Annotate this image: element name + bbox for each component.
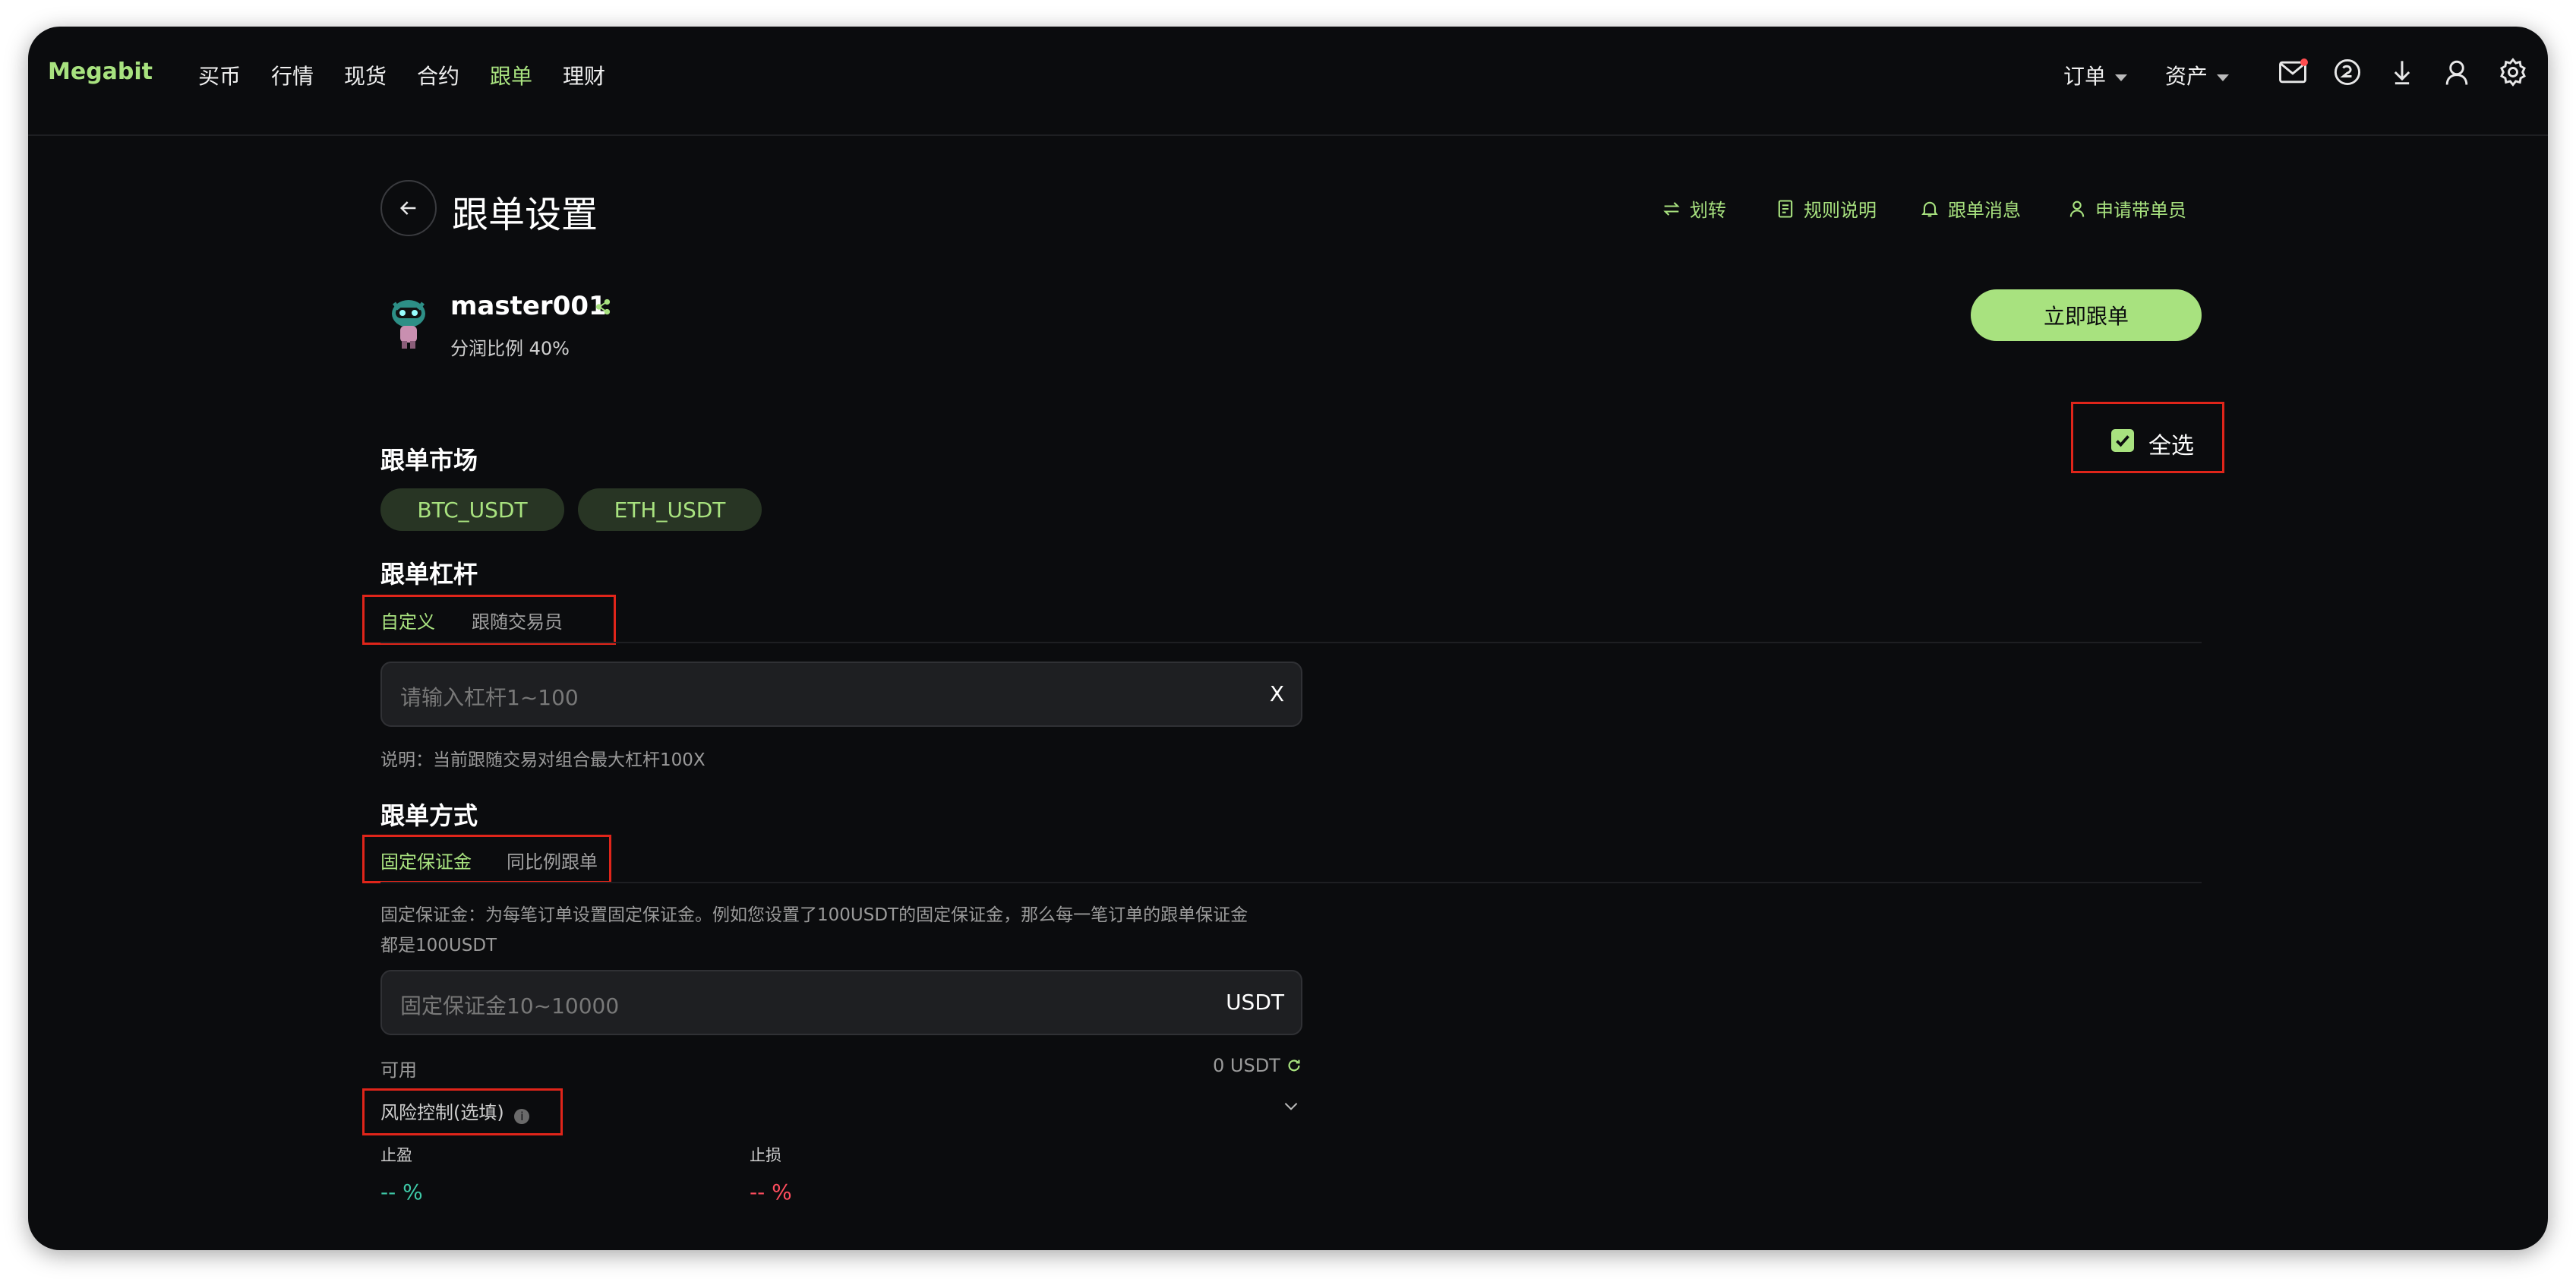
select-all-checkbox[interactable] <box>2111 429 2134 452</box>
trader-avatar <box>382 292 435 352</box>
tab-fixed-margin[interactable]: 固定保证金 <box>380 847 472 873</box>
refresh-icon[interactable] <box>1286 1057 1302 1074</box>
rules-label: 规则说明 <box>1804 200 1877 221</box>
page-title: 跟单设置 <box>452 194 598 236</box>
risk-control-toggle[interactable]: 风险控制(选填) i <box>380 1097 530 1124</box>
available-label: 可用 <box>380 1060 417 1081</box>
person-icon <box>2069 201 2085 217</box>
caret-down-icon <box>2217 74 2230 81</box>
market-heading: 跟单市场 <box>380 446 478 475</box>
settings-icon[interactable] <box>2496 55 2530 89</box>
risk-control-label: 风险控制(选填) <box>380 1102 504 1123</box>
market-chip-btc[interactable]: BTC_USDT <box>380 488 564 531</box>
fixed-margin-placeholder: 固定保证金10~10000 <box>400 993 620 1018</box>
nav-buy-crypto[interactable]: 买币 <box>198 60 241 90</box>
market-chip-eth[interactable]: ETH_USDT <box>578 488 762 531</box>
divider <box>380 642 2202 643</box>
nav-markets[interactable]: 行情 <box>271 60 314 90</box>
transfer-link[interactable]: 划转 <box>1661 195 1726 222</box>
fixed-margin-input[interactable]: 固定保证金10~10000 USDT <box>380 970 1302 1035</box>
orders-dropdown-label: 订单 <box>2063 64 2107 89</box>
take-profit-value[interactable]: -- % <box>380 1180 423 1205</box>
nav-spot[interactable]: 现货 <box>344 60 387 90</box>
leverage-suffix: X <box>1269 681 1284 706</box>
copy-mode-heading: 跟单方式 <box>380 801 478 830</box>
leverage-input[interactable]: 请输入杠杆1~100 X <box>380 662 1302 727</box>
stop-loss-value[interactable]: -- % <box>750 1180 792 1205</box>
assets-dropdown[interactable]: 资产 <box>2165 60 2230 90</box>
bell-icon <box>1921 201 1938 216</box>
back-button[interactable] <box>380 180 437 236</box>
share-icon[interactable] <box>593 297 613 317</box>
user-icon[interactable] <box>2440 55 2473 89</box>
notification-dot <box>2300 58 2308 66</box>
messages-label: 跟单消息 <box>1948 200 2021 221</box>
orders-dropdown[interactable]: 订单 <box>2063 60 2128 90</box>
select-all-highlight <box>2071 402 2224 473</box>
nav-copy-trading[interactable]: 跟单 <box>490 60 532 90</box>
chevron-down-icon[interactable] <box>1281 1096 1301 1119</box>
profit-share-ratio: 分润比例 40% <box>450 338 570 359</box>
check-icon <box>2116 435 2129 447</box>
leverage-input-placeholder: 请输入杠杆1~100 <box>400 685 579 710</box>
tab-proportional[interactable]: 同比例跟单 <box>507 847 598 873</box>
description-line-1: 固定保证金：为每笔订单设置固定保证金。例如您设置了100USDT的固定保证金，那… <box>380 905 1249 925</box>
assets-dropdown-label: 资产 <box>2165 64 2208 89</box>
description-line-2: 都是100USDT <box>380 936 497 955</box>
leverage-heading: 跟单杠杆 <box>380 560 478 589</box>
refresh-circle-icon[interactable] <box>2331 55 2364 89</box>
select-all-label[interactable]: 全选 <box>2148 427 2194 460</box>
app-window: Megabit 买币 行情 现货 合约 跟单 理财 订单 资产 跟单设置 划转 <box>28 27 2548 1250</box>
apply-lead-trader-label: 申请带单员 <box>2095 200 2186 221</box>
apply-lead-trader-link[interactable]: 申请带单员 <box>2066 195 2186 222</box>
transfer-icon <box>1663 201 1680 216</box>
take-profit-label: 止盈 <box>380 1146 412 1164</box>
transfer-label: 划转 <box>1690 200 1726 221</box>
available-balance: 0 USDT <box>1213 1055 1302 1076</box>
nav-contract[interactable]: 合约 <box>417 60 459 90</box>
document-icon <box>1778 199 1793 218</box>
nav-finance[interactable]: 理财 <box>563 60 605 90</box>
mail-icon[interactable] <box>2276 55 2309 89</box>
trader-name: master001 <box>450 291 607 321</box>
stop-loss-label: 止损 <box>750 1146 781 1164</box>
info-icon[interactable]: i <box>514 1109 530 1124</box>
messages-link[interactable]: 跟单消息 <box>1919 195 2021 222</box>
top-navbar: Megabit 买币 行情 现货 合约 跟单 理财 订单 资产 <box>28 27 2548 136</box>
divider <box>380 882 2202 883</box>
arrow-left-icon <box>399 201 416 215</box>
fixed-margin-suffix: USDT <box>1226 990 1284 1015</box>
fixed-margin-description: 固定保证金：为每笔订单设置固定保证金。例如您设置了100USDT的固定保证金，那… <box>380 900 1307 956</box>
leverage-note: 说明：当前跟随交易对组合最大杠杆100X <box>380 750 706 770</box>
available-value: 0 USDT <box>1213 1055 1280 1076</box>
follow-now-button[interactable]: 立即跟单 <box>1971 289 2202 341</box>
tab-follow-trader-leverage[interactable]: 跟随交易员 <box>472 607 563 633</box>
rules-link[interactable]: 规则说明 <box>1775 195 1877 222</box>
download-icon[interactable] <box>2385 55 2419 89</box>
caret-down-icon <box>2115 74 2128 81</box>
logo[interactable]: Megabit <box>48 58 153 85</box>
tab-custom-leverage[interactable]: 自定义 <box>380 607 435 633</box>
